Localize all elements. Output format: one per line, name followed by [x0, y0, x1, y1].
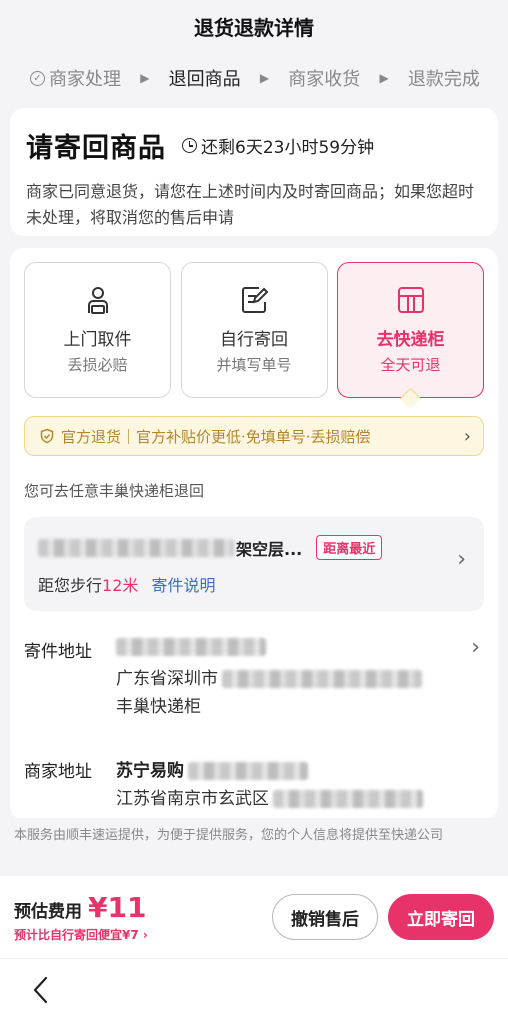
option-title: 自行寄回: [220, 330, 288, 350]
step-arrow-icon: ▶: [379, 71, 389, 85]
option-title: 去快递柜: [376, 330, 445, 350]
system-nav-bar: [0, 958, 508, 1024]
chevron-right-icon: ›: [457, 547, 466, 572]
edit-form-icon: [242, 287, 269, 313]
walk-distance: 12米: [102, 576, 139, 595]
sender-province: 广东省深圳市: [116, 669, 218, 689]
shield-icon: [40, 428, 54, 444]
nearest-locker[interactable]: 架空层... 距离最近 距您步行12米 寄件说明 ›: [24, 517, 484, 611]
walk-distance-label: 距您步行: [38, 576, 103, 595]
step-arrow-icon: ▶: [259, 71, 270, 85]
progress-steps: ✓ 商家处理 ▶ 退回商品 ▶ 商家收货 ▶ 退款完成: [0, 52, 508, 104]
countdown-text: 还剩6天23小时59分钟: [201, 138, 375, 158]
option-title: 上门取件: [63, 330, 132, 350]
return-method-card: 上门取件 丢损必赔 自行寄回 并填写单号 去快递柜 全天可退 官方退货｜官方补贴…: [10, 248, 498, 820]
step-refund-complete: 退款完成: [408, 65, 480, 91]
status-description: 商家已同意退货，请您在上述时间内及时寄回商品；如果您超时未处理，将取消您的售后申…: [26, 182, 475, 227]
redacted-locker-name: [38, 538, 234, 557]
sender-address-label: 寄件地址: [24, 642, 92, 662]
step-label: 商家处理: [49, 69, 121, 90]
back-arrow-icon[interactable]: [30, 975, 52, 1005]
chevron-right-icon: ›: [463, 425, 471, 447]
step-merchant-processing: ✓ 商家处理: [30, 65, 121, 91]
step-arrow-icon: ▶: [140, 71, 150, 85]
page-header: 退货退款详情: [0, 0, 508, 52]
merchant-address: 商家地址 苏宁易购 江苏省南京市玄武区: [24, 757, 484, 813]
countdown: 还剩6天23小时59分钟: [182, 133, 374, 158]
bottom-action-bar: 预估费用 ¥11 预计比自行寄回便宜¥7 › 撤销售后 立即寄回: [0, 876, 508, 958]
option-locker[interactable]: 去快递柜 全天可退: [337, 262, 484, 398]
locker-icon: [397, 287, 424, 313]
privacy-notice: 本服务由顺丰速运提供，为便于提供服务，您的个人信息将提供至快递公司: [0, 818, 508, 854]
merchant-name: 苏宁易购: [116, 761, 184, 781]
send-now-button[interactable]: 立即寄回: [388, 894, 494, 940]
check-icon: ✓: [30, 70, 45, 86]
locker-hint: 您可去任意丰巢快递柜退回: [24, 482, 205, 500]
step-return-goods: 退回商品: [169, 65, 241, 91]
status-title: 请寄回商品: [26, 133, 166, 164]
sender-address[interactable]: 寄件地址 广东省深圳市 丰巢快递柜 ›: [24, 635, 484, 721]
redacted-sender-address: [222, 670, 422, 688]
sender-locker-type: 丰巢快递柜: [116, 697, 201, 717]
option-subtitle: 丢损必赔: [67, 356, 128, 374]
option-subtitle: 全天可退: [380, 356, 441, 374]
shipping-instructions-link[interactable]: 寄件说明: [151, 576, 215, 595]
redacted-merchant-address: [273, 790, 423, 808]
chevron-right-icon: ›: [471, 635, 480, 660]
option-subtitle: 并填写单号: [216, 356, 292, 374]
page-title: 退货退款详情: [194, 15, 314, 40]
step-label: 商家收货: [288, 69, 361, 90]
fee-label: 预估费用: [14, 902, 82, 922]
fee-amount: ¥11: [88, 891, 147, 924]
banner-text: 官方退货｜官方补贴价更低·免填单号·丢损赔偿: [61, 427, 371, 446]
clock-icon: [182, 138, 197, 153]
step-merchant-receive: 商家收货: [288, 65, 360, 91]
option-pickup[interactable]: 上门取件 丢损必赔: [24, 262, 171, 398]
step-label: 退款完成: [407, 69, 480, 90]
locker-name: 架空层...: [236, 539, 303, 559]
option-self-ship[interactable]: 自行寄回 并填写单号: [180, 262, 328, 398]
redacted-sender-name: [116, 638, 266, 656]
official-return-banner[interactable]: 官方退货｜官方补贴价更低·免填单号·丢损赔偿 ›: [24, 416, 484, 456]
price-compare[interactable]: 预计比自行寄回便宜¥7 ›: [14, 926, 272, 943]
courier-icon: [87, 287, 108, 314]
cancel-aftersale-button[interactable]: 撤销售后: [272, 894, 378, 940]
redacted-merchant-name: [188, 762, 308, 780]
status-card: 请寄回商品 还剩6天23小时59分钟 商家已同意退货，请您在上述时间内及时寄回商…: [10, 108, 498, 236]
merchant-address-text: 江苏省南京市玄武区: [116, 789, 269, 809]
step-label: 退回商品: [168, 69, 241, 90]
merchant-address-label: 商家地址: [24, 762, 92, 782]
nearest-badge: 距离最近: [316, 535, 383, 560]
